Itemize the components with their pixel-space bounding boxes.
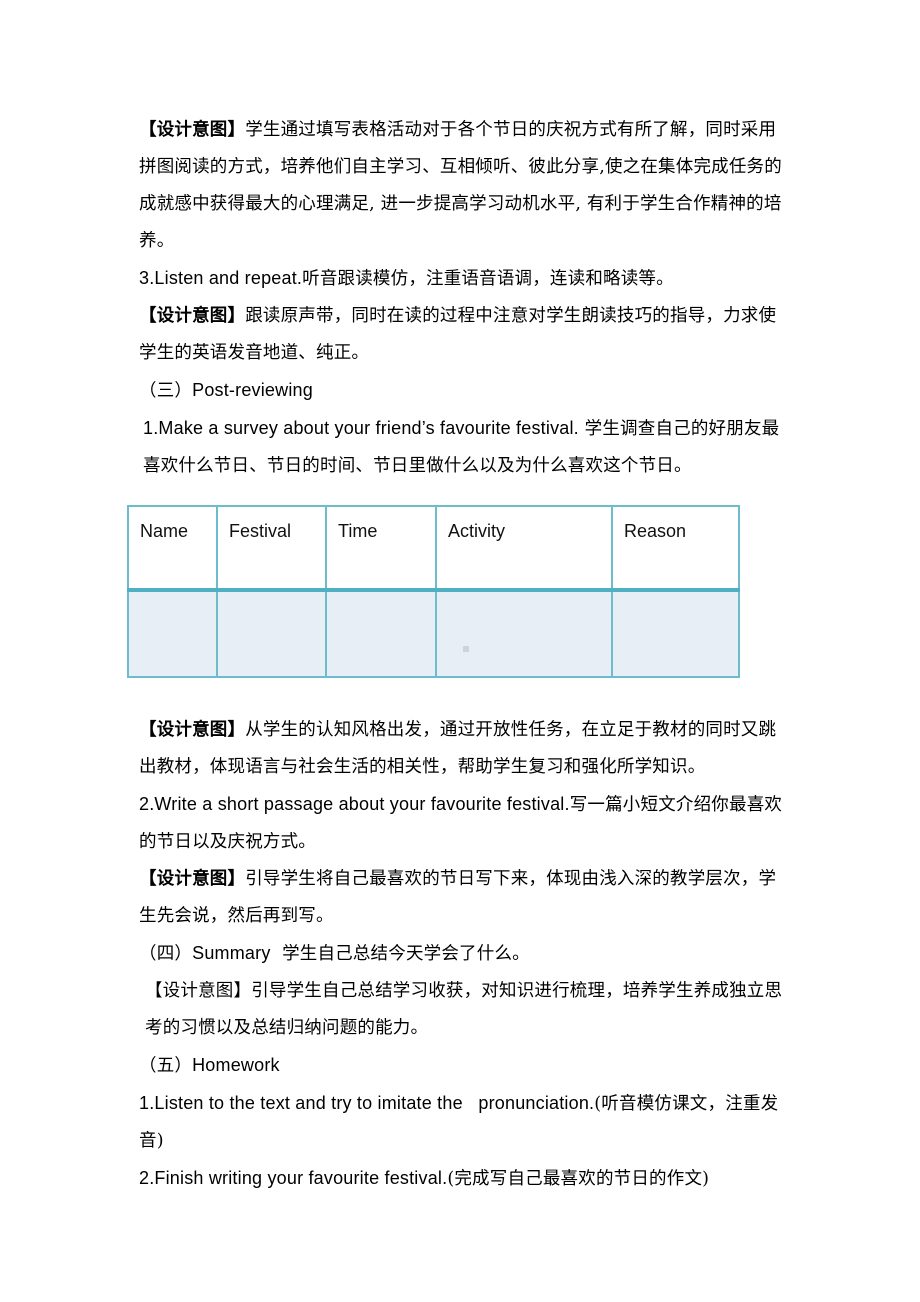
survey-instruction: 1.Make a survey about your friend’s favo… xyxy=(139,410,789,485)
section-heading-post-reviewing: （三）Post-reviewing xyxy=(139,372,789,410)
section-title: Post-reviewing xyxy=(192,380,313,400)
header-time: Time xyxy=(325,505,437,592)
design-intent-label: 【设计意图】 xyxy=(139,120,246,140)
section-prefix: （三） xyxy=(139,381,193,401)
homework-item-2: 2.Finish writing your favourite festival… xyxy=(139,1160,789,1198)
table-row xyxy=(127,589,740,678)
survey-table-header-row: Name Festival Time Activity Reason xyxy=(127,505,740,592)
design-intent-paragraph-4: 【设计意图】引导学生将自己最喜欢的节日写下来，体现由浅入深的教学层次，学生先会说… xyxy=(139,861,789,935)
header-reason: Reason xyxy=(611,505,740,592)
section-heading-homework: （五）Homework xyxy=(139,1047,789,1085)
design-intent-paragraph-3: 【设计意图】从学生的认知风格出发，通过开放性任务，在立足于教材的同时又跳出教材，… xyxy=(139,712,789,786)
homework-item-2-zh: (完成写自己最喜欢的节日的作文) xyxy=(447,1169,710,1189)
cell-name[interactable] xyxy=(127,589,218,678)
cell-festival[interactable] xyxy=(216,589,327,678)
cell-marker xyxy=(463,646,469,652)
section-title: Summary xyxy=(192,943,271,963)
cell-activity[interactable] xyxy=(435,589,613,678)
summary-zh: 学生自己总结今天学会了什么。 xyxy=(282,944,530,964)
design-intent-paragraph-5: 【设计意图】引导学生自己总结学习收获，对知识进行梳理，培养学生养成独立思考的习惯… xyxy=(139,973,789,1047)
homework-item-1: 1.Listen to the text and try to imitate … xyxy=(139,1085,789,1160)
survey-table: Name Festival Time Activity Reason xyxy=(127,505,740,678)
document-page-continued: 【设计意图】从学生的认知风格出发，通过开放性任务，在立足于教材的同时又跳出教材，… xyxy=(139,712,789,1198)
design-intent-paragraph-2: 【设计意图】跟读原声带，同时在读的过程中注意对学生朗读技巧的指导，力求使学生的英… xyxy=(139,298,789,372)
cell-time[interactable] xyxy=(325,589,437,678)
writing-instruction-en: 2.Write a short passage about your favou… xyxy=(139,794,570,814)
design-intent-label: 【设计意图】 xyxy=(139,306,246,326)
cell-reason[interactable] xyxy=(611,589,740,678)
section-prefix: （五） xyxy=(139,1056,193,1076)
design-intent-label: 【设计意图】 xyxy=(139,720,246,740)
step-listen-repeat-en: 3.Listen and repeat. xyxy=(139,268,303,288)
survey-instruction-en: 1.Make a survey about your friend’s favo… xyxy=(143,418,579,438)
homework-item-1-en: 1.Listen to the text and try to imitate … xyxy=(139,1093,595,1113)
section-title: Homework xyxy=(192,1055,280,1075)
section-heading-summary: （四）Summary 学生自己总结今天学会了什么。 xyxy=(139,935,789,973)
writing-instruction: 2.Write a short passage about your favou… xyxy=(139,786,789,861)
document-page: 【设计意图】学生通过填写表格活动对于各个节日的庆祝方式有所了解，同时采用拼图阅读… xyxy=(139,112,789,485)
header-festival: Festival xyxy=(216,505,327,592)
step-listen-repeat: 3.Listen and repeat.听音跟读模仿，注重语音语调，连读和略读等… xyxy=(139,260,789,298)
design-intent-paragraph-1: 【设计意图】学生通过填写表格活动对于各个节日的庆祝方式有所了解，同时采用拼图阅读… xyxy=(139,112,789,260)
design-intent-label: 【设计意图】 xyxy=(145,981,252,1001)
design-intent-label: 【设计意图】 xyxy=(139,869,246,889)
header-activity: Activity xyxy=(435,505,613,592)
header-name: Name xyxy=(127,505,218,592)
homework-item-2-en: 2.Finish writing your favourite festival… xyxy=(139,1168,448,1188)
step-listen-repeat-zh: 听音跟读模仿，注重语音语调，连读和略读等。 xyxy=(302,269,674,289)
section-prefix: （四） xyxy=(139,944,193,964)
